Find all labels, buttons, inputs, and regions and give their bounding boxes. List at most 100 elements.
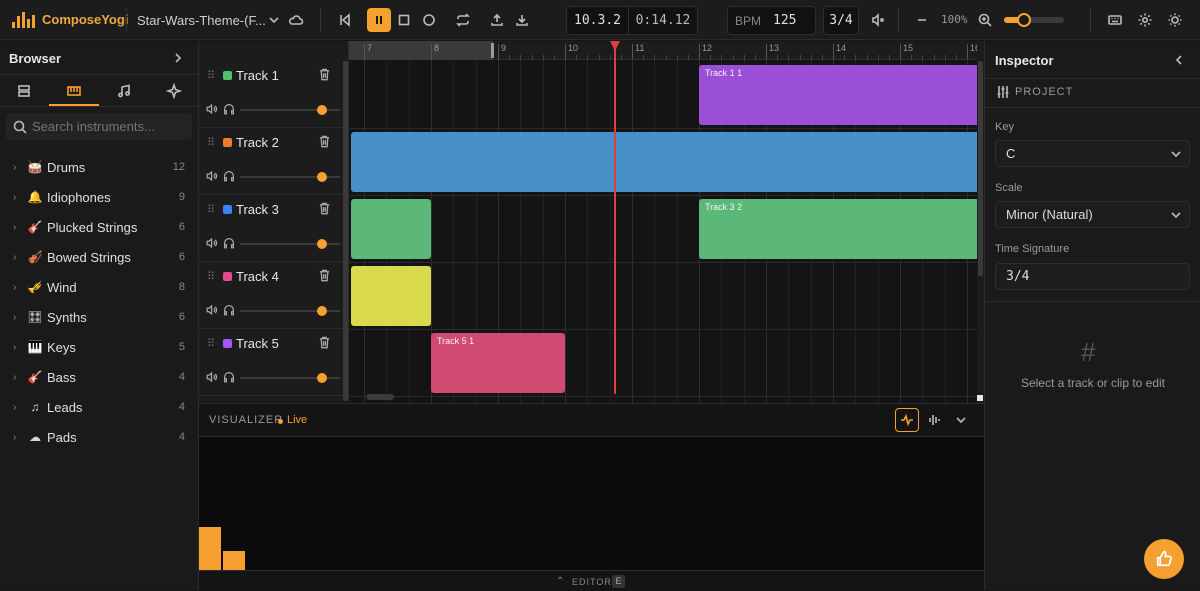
chevron-down-icon[interactable] xyxy=(262,8,286,32)
headphones-icon[interactable] xyxy=(222,102,236,119)
clip[interactable]: Track 3 2 xyxy=(699,199,977,259)
track-header[interactable]: ⠿ Track 2 xyxy=(199,128,343,195)
spectrum-icon[interactable] xyxy=(923,408,947,432)
category-item[interactable]: › ♫ Leads 4 xyxy=(0,392,199,422)
ruler[interactable]: 7 8 9 10 11 12 13 14 15 16 xyxy=(349,41,977,60)
gear-icon[interactable] xyxy=(1133,8,1157,32)
headphones-icon[interactable] xyxy=(222,370,236,387)
speaker-icon[interactable] xyxy=(205,370,219,387)
chevron-right-icon[interactable]: › xyxy=(13,252,16,263)
track-name[interactable]: Track 1 xyxy=(236,68,279,83)
skip-back-icon[interactable] xyxy=(333,8,357,32)
speaker-icon[interactable] xyxy=(205,102,219,119)
volume-slider[interactable] xyxy=(240,373,340,383)
key-select[interactable]: C xyxy=(995,140,1190,167)
editor-label[interactable]: EDITOR xyxy=(572,577,612,587)
trash-icon[interactable] xyxy=(317,268,332,286)
scale-select[interactable]: Minor (Natural) xyxy=(995,201,1190,228)
volume-knob[interactable] xyxy=(317,306,327,316)
layout-icon[interactable] xyxy=(12,79,36,103)
track-name[interactable]: Track 4 xyxy=(236,269,279,284)
loop-end-handle[interactable] xyxy=(491,43,494,58)
category-item[interactable]: › ☁ Pads 4 xyxy=(0,422,199,452)
timeline-vscroll[interactable] xyxy=(977,41,984,403)
record-button[interactable] xyxy=(417,8,441,32)
project-title[interactable]: Star-Wars-Theme-(F... xyxy=(137,13,266,28)
playhead-line[interactable] xyxy=(614,41,617,394)
trash-icon[interactable] xyxy=(317,67,332,85)
track-scrollbar[interactable] xyxy=(343,61,348,401)
chevron-left-icon[interactable] xyxy=(1167,48,1191,72)
volume-knob[interactable] xyxy=(317,172,327,182)
resize-corner[interactable] xyxy=(977,395,983,401)
speaker-icon[interactable] xyxy=(205,169,219,186)
track-header[interactable]: ⠿ Track 3 xyxy=(199,195,343,262)
volume-slider[interactable] xyxy=(240,105,340,115)
chevron-down-icon[interactable] xyxy=(949,408,973,432)
category-item[interactable]: › 🥁 Drums 12 xyxy=(0,152,199,182)
chevron-right-icon[interactable]: › xyxy=(13,162,16,173)
clip[interactable] xyxy=(350,266,431,326)
clip[interactable] xyxy=(350,132,977,192)
category-item[interactable]: › 🎸 Bass 4 xyxy=(0,362,199,392)
drag-handle-icon[interactable]: ⠿ xyxy=(207,337,215,350)
clip[interactable] xyxy=(350,199,431,259)
chevron-right-icon[interactable]: › xyxy=(13,312,16,323)
chevron-right-icon[interactable] xyxy=(166,46,190,70)
search-field[interactable] xyxy=(6,113,192,140)
chevron-up-icon[interactable]: ⌃ xyxy=(556,576,564,587)
volume-knob[interactable] xyxy=(317,239,327,249)
drag-handle-icon[interactable]: ⠿ xyxy=(207,136,215,149)
feedback-button[interactable] xyxy=(1144,539,1184,579)
headphones-icon[interactable] xyxy=(222,303,236,320)
chevron-right-icon[interactable]: › xyxy=(13,402,16,413)
upload-icon[interactable] xyxy=(485,8,509,32)
track-name[interactable]: Track 3 xyxy=(236,202,279,217)
zoom-slider[interactable] xyxy=(1004,13,1064,27)
zoom-in-icon[interactable] xyxy=(973,8,997,32)
headphones-icon[interactable] xyxy=(222,169,236,186)
horizontal-scrollbar[interactable] xyxy=(366,394,394,400)
playhead-marker[interactable] xyxy=(610,41,621,51)
clip[interactable]: Track 1 1 xyxy=(699,65,977,125)
drag-handle-icon[interactable]: ⠿ xyxy=(207,69,215,82)
chevron-right-icon[interactable]: › xyxy=(13,282,16,293)
bpm-value[interactable]: 125 xyxy=(773,13,796,28)
headphones-icon[interactable] xyxy=(222,236,236,253)
chevron-right-icon[interactable]: › xyxy=(13,192,16,203)
search-input[interactable] xyxy=(32,119,182,134)
chevron-right-icon[interactable]: › xyxy=(13,222,16,233)
category-item[interactable]: › 🎹 Keys 5 xyxy=(0,332,199,362)
loop-icon[interactable] xyxy=(451,8,475,32)
chevron-right-icon[interactable]: › xyxy=(13,432,16,443)
music-note-icon[interactable] xyxy=(112,79,136,103)
sparkle-icon[interactable] xyxy=(162,79,186,103)
track-name[interactable]: Track 5 xyxy=(236,336,279,351)
category-item[interactable]: › 🎸 Plucked Strings 6 xyxy=(0,212,199,242)
mute-icon[interactable] xyxy=(866,8,890,32)
chevron-right-icon[interactable]: › xyxy=(13,342,16,353)
speaker-icon[interactable] xyxy=(205,236,219,253)
pause-button[interactable] xyxy=(367,8,391,32)
volume-knob[interactable] xyxy=(317,373,327,383)
timeline[interactable]: 7 8 9 10 11 12 13 14 15 16 Track 1 1 Track 3 2 Trac… xyxy=(349,41,977,403)
waveform-icon[interactable] xyxy=(895,408,919,432)
volume-knob[interactable] xyxy=(317,105,327,115)
drag-handle-icon[interactable]: ⠿ xyxy=(207,203,215,216)
piano-icon[interactable] xyxy=(62,79,86,103)
trash-icon[interactable] xyxy=(317,134,332,152)
sun-icon[interactable] xyxy=(1163,8,1187,32)
category-item[interactable]: › 🎻 Bowed Strings 6 xyxy=(0,242,199,272)
drag-handle-icon[interactable]: ⠿ xyxy=(207,270,215,283)
zoom-slider-knob[interactable] xyxy=(1017,13,1031,27)
time-signature-display[interactable]: 3/4 xyxy=(823,6,859,35)
time-signature-field[interactable]: 3/4 xyxy=(995,263,1190,290)
track-header[interactable]: ⠿ Track 4 xyxy=(199,262,343,329)
volume-slider[interactable] xyxy=(240,306,340,316)
track-header[interactable]: ⠿ Track 1 xyxy=(199,61,343,128)
stop-button[interactable] xyxy=(392,8,416,32)
category-item[interactable]: › 🔔 Idiophones 9 xyxy=(0,182,199,212)
zoom-out-icon[interactable] xyxy=(910,8,934,32)
category-item[interactable]: › 🎺 Wind 8 xyxy=(0,272,199,302)
track-header[interactable]: ⠿ Track 5 xyxy=(199,329,343,396)
